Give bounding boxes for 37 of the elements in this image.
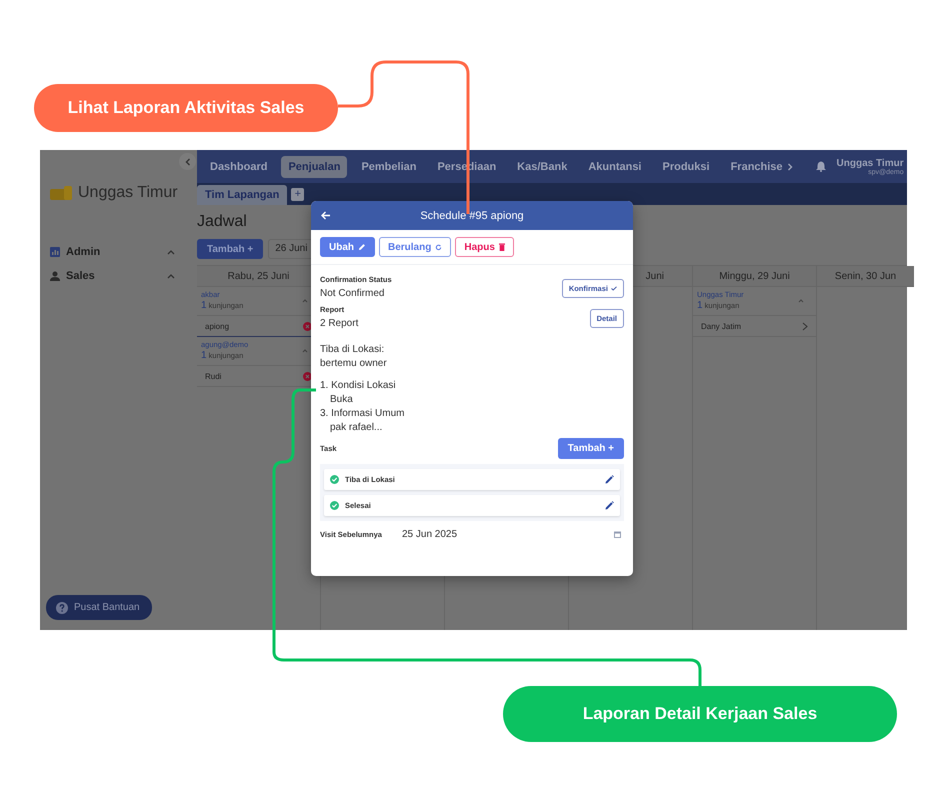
nav-item[interactable]: Kas/Bank <box>510 156 574 178</box>
report-item: 3. Informasi Umum <box>320 407 406 421</box>
action-button[interactable]: Berulang <box>379 237 452 257</box>
nav-item[interactable]: Dashboard <box>203 156 274 178</box>
date-value: 25 Jun 2025 <box>402 529 458 540</box>
report-item: 1. Kondisi Lokasi <box>320 379 397 393</box>
nav-item[interactable]: Produksi <box>656 156 717 178</box>
visit-entry[interactable]: Dany Jatim <box>693 316 816 337</box>
day-heading: Minggu, 29 Juni <box>719 270 790 282</box>
action-button[interactable]: Ubah <box>320 237 375 257</box>
day-heading: Senin, 30 Jun <box>834 270 896 282</box>
brand-name: Unggas Timur <box>78 184 178 202</box>
day-heading: Rabu, 25 Juni <box>228 270 290 282</box>
report-note: bertemu owner <box>320 357 388 371</box>
page-title: Jadwal <box>197 212 247 232</box>
help-button[interactable]: Pusat Bantuan <box>46 595 152 620</box>
action-button[interactable]: Hapus <box>455 237 514 257</box>
tab[interactable]: Tim Lapangan <box>197 185 288 205</box>
nav-item[interactable]: Franchise <box>724 156 800 178</box>
day-heading: Juni <box>646 270 664 282</box>
report-note: Tiba di Lokasi: <box>320 343 386 357</box>
report-item-detail: pak rafael... <box>329 421 384 435</box>
add-tab-button[interactable]: + <box>291 188 304 200</box>
nav-item[interactable]: Akuntansi <box>581 156 648 178</box>
field-value: Not Confirmed <box>320 288 386 299</box>
nav-item[interactable]: Pembelian <box>354 156 424 178</box>
sidebar-item[interactable]: Admin <box>50 244 197 260</box>
add-button[interactable]: Tambah + <box>197 239 264 259</box>
sidebar-item[interactable]: Sales <box>50 268 197 284</box>
dialog-title: Schedule #95 apiong <box>419 210 525 222</box>
nav-item[interactable]: Penjualan <box>281 156 348 178</box>
report-item-detail: Buka <box>329 393 354 407</box>
user-name[interactable]: Unggas Timur <box>836 158 904 168</box>
add-task-button[interactable]: Tambah + <box>558 438 624 459</box>
callout-label: Laporan Detail Kerjaan Sales <box>503 686 897 742</box>
callout-label: Lihat Laporan Aktivitas Sales <box>34 84 338 132</box>
field-value: 2 Report <box>320 318 358 329</box>
